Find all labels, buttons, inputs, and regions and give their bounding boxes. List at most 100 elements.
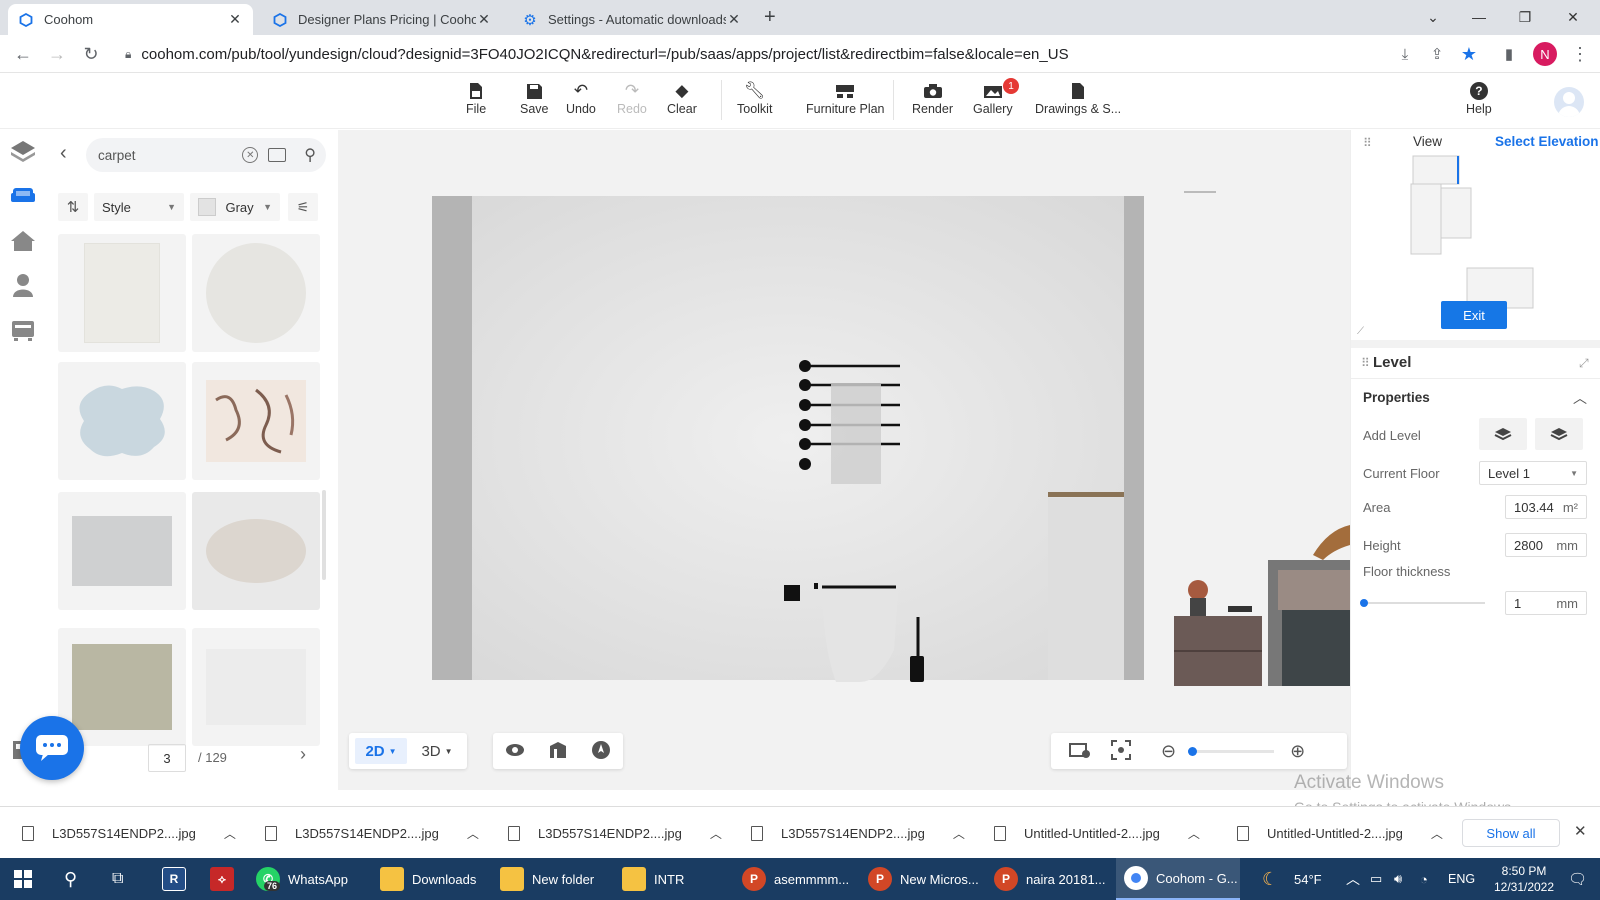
url-field[interactable]: 🔒︎ coohom.com/pub/tool/yundesign/cloud?d… — [113, 39, 1403, 69]
chevron-up-icon[interactable]: ︿ — [1188, 825, 1200, 842]
fit-view-icon[interactable] — [1111, 739, 1131, 763]
taskbar-chrome[interactable]: Coohom - G... — [1116, 858, 1240, 900]
carpet-item[interactable] — [192, 492, 320, 610]
person-icon[interactable] — [8, 270, 38, 300]
tray-chevron-icon[interactable]: ︿ — [1346, 858, 1360, 900]
house-icon[interactable] — [8, 226, 38, 256]
download-item[interactable]: Untitled-Untitled-2....jpg ︿ — [1237, 819, 1443, 847]
color-filter-dropdown[interactable]: Gray ▼ — [190, 193, 280, 221]
download-item[interactable]: L3D557S14ENDP2....jpg ︿ — [265, 819, 479, 847]
close-tab-icon[interactable]: ✕ — [476, 11, 492, 28]
height-field[interactable]: 2800 mm — [1505, 533, 1587, 557]
search-icon[interactable]: ⚲ — [64, 858, 77, 900]
weather-icon[interactable]: ☾ — [1262, 858, 1278, 900]
floor-thickness-field[interactable]: 1 mm — [1505, 591, 1587, 615]
back-icon[interactable]: ← — [6, 35, 40, 73]
design-canvas[interactable] — [338, 130, 1350, 790]
task-view-icon[interactable]: ⧉ — [112, 858, 123, 900]
taskbar-ppt-3[interactable]: P naira 20181... — [994, 858, 1106, 900]
next-page-icon[interactable]: › — [300, 744, 306, 765]
taskbar-whatsapp[interactable]: ✆ 76 WhatsApp — [256, 858, 348, 900]
profile-avatar[interactable]: N — [1533, 42, 1557, 66]
new-tab-icon[interactable]: + — [764, 6, 776, 29]
furniture-catalog-icon[interactable] — [8, 180, 38, 210]
close-tab-icon[interactable]: ✕ — [726, 11, 742, 28]
add-level-below-button[interactable] — [1535, 418, 1583, 450]
download-item[interactable]: L3D557S14ENDP2....jpg ︿ — [22, 819, 236, 847]
notifications-icon[interactable]: 🗨︎ — [1568, 858, 1587, 900]
share-icon[interactable]: ⇪ — [1420, 35, 1454, 73]
floor-thickness-slider[interactable] — [1360, 599, 1485, 607]
search-icon[interactable]: ⚲ — [304, 145, 316, 165]
eye-icon[interactable] — [505, 743, 525, 760]
undo-button[interactable]: ↶ Undo — [566, 80, 596, 116]
advanced-filter-icon[interactable]: ⚟ — [288, 193, 318, 221]
temperature[interactable]: 54°F — [1294, 858, 1322, 900]
carpet-item[interactable] — [192, 628, 320, 746]
taskbar-downloads-folder[interactable]: Downloads — [380, 858, 476, 900]
collapse-chevron-icon[interactable]: ︿ — [1573, 388, 1587, 408]
style-filter-dropdown[interactable]: Style ▼ — [94, 193, 184, 221]
chevron-up-icon[interactable]: ︿ — [1431, 825, 1443, 842]
taskbar-intr-folder[interactable]: INTR — [622, 858, 684, 900]
download-item[interactable]: Untitled-Untitled-2....jpg ︿ — [994, 819, 1200, 847]
cabinet-icon[interactable] — [8, 316, 38, 346]
expand-icon[interactable]: ⤢ — [1579, 356, 1589, 371]
drag-handle-icon[interactable]: ⠿ — [1361, 356, 1370, 370]
close-downloads-icon[interactable]: ✕ — [1574, 822, 1587, 840]
file-button[interactable]: File — [466, 80, 486, 116]
tab-settings[interactable]: ⚙ Settings - Automatic downloads ✕ — [512, 4, 752, 35]
user-avatar[interactable] — [1554, 87, 1584, 117]
3d-mode-button[interactable]: 3D ▼ — [415, 738, 459, 764]
chevron-up-icon[interactable]: ︿ — [224, 825, 236, 842]
language-indicator[interactable]: ENG — [1448, 858, 1475, 900]
catalog-scrollbar[interactable] — [322, 490, 326, 580]
chevron-up-icon[interactable]: ︿ — [710, 825, 722, 842]
help-button[interactable]: ? Help — [1466, 80, 1492, 116]
carpet-item[interactable] — [192, 234, 320, 352]
camera-search-icon[interactable] — [268, 148, 287, 162]
back-chevron-icon[interactable]: ‹ — [60, 142, 67, 165]
current-floor-select[interactable]: Level 1 ▼ — [1479, 461, 1587, 485]
camera-settings-icon[interactable] — [1069, 741, 1091, 762]
exit-button[interactable]: Exit — [1441, 301, 1507, 329]
gallery-button[interactable]: Gallery 1 — [973, 78, 1019, 116]
chat-support-button[interactable] — [20, 716, 84, 780]
carpet-item[interactable] — [58, 362, 186, 480]
show-all-button[interactable]: Show all — [1462, 819, 1560, 847]
floor-thickness-handle[interactable] — [1360, 599, 1368, 607]
redo-button[interactable]: ↷ Redo — [617, 80, 647, 116]
tab-coohom[interactable]: Coohom ✕ — [8, 4, 253, 35]
drag-handle-icon[interactable]: ⠿ — [1363, 136, 1372, 150]
bookmark-star-icon[interactable]: ★ — [1452, 35, 1486, 73]
carpet-item[interactable] — [192, 362, 320, 480]
drawings-button[interactable]: Drawings & S... — [1035, 80, 1121, 116]
windows-start-icon[interactable] — [14, 858, 32, 900]
render-button[interactable]: Render — [912, 80, 953, 116]
carpet-item[interactable] — [58, 492, 186, 610]
zoom-slider-handle[interactable] — [1188, 746, 1198, 756]
minimize-icon[interactable]: — — [1456, 0, 1502, 34]
toolkit-button[interactable]: 🔧︎ Toolkit — [737, 80, 772, 116]
volume-icon[interactable]: 🔊︎ — [1394, 858, 1402, 900]
clear-button[interactable]: ◆ Clear — [667, 80, 697, 116]
download-item[interactable]: L3D557S14ENDP2....jpg ︿ — [508, 819, 722, 847]
taskbar-app-r[interactable]: R — [162, 858, 194, 900]
side-panel-icon[interactable]: ▮ — [1492, 35, 1526, 73]
taskbar-app-pdf[interactable]: ⟡ — [210, 858, 242, 900]
2d-mode-button[interactable]: 2D ▼ — [355, 738, 407, 764]
furniture-plan-button[interactable]: Furniture Plan — [806, 80, 885, 116]
close-window-icon[interactable]: ✕ — [1550, 0, 1596, 34]
page-input[interactable]: 3 — [148, 744, 186, 772]
area-field[interactable]: 103.44 m² — [1505, 495, 1587, 519]
build-icon[interactable] — [8, 136, 38, 166]
chevron-up-icon[interactable]: ︿ — [467, 825, 479, 842]
battery-icon[interactable]: ▭ — [1370, 858, 1382, 900]
taskbar-ppt-1[interactable]: P asemmmm... — [742, 858, 849, 900]
maximize-icon[interactable]: ❐ — [1502, 0, 1548, 34]
zoom-in-icon[interactable]: ⊕ — [1290, 741, 1305, 762]
wall-toggle-icon[interactable] — [548, 741, 568, 762]
carpet-item[interactable] — [58, 234, 186, 352]
download-icon[interactable]: ⤓ — [1388, 35, 1422, 73]
clear-search-icon[interactable]: ✕ — [242, 147, 259, 163]
